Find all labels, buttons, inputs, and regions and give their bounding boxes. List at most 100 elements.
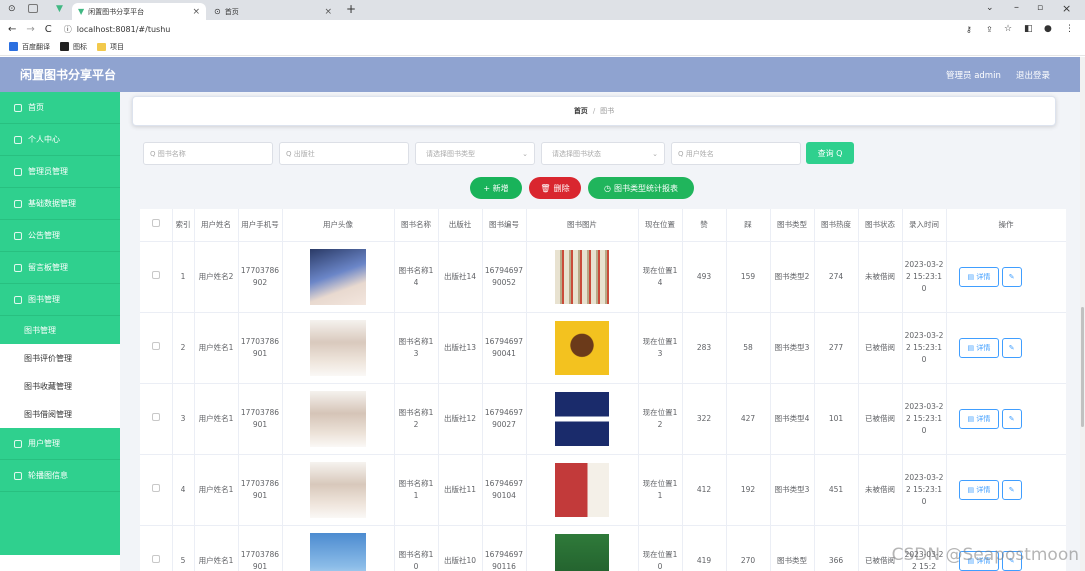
avatar-image bbox=[310, 319, 366, 376]
sidebar-subitem-books[interactable]: 图书管理 bbox=[0, 316, 120, 344]
query-button[interactable]: 查询 Q bbox=[806, 142, 854, 164]
row-checkbox[interactable] bbox=[140, 312, 173, 384]
book-cover-image bbox=[555, 249, 609, 304]
detail-button[interactable]: ▤ 详情 bbox=[958, 479, 1000, 500]
sidebar-item-notices[interactable]: 公告管理 bbox=[0, 220, 120, 252]
column-header: 图书类型 bbox=[770, 209, 815, 242]
bookmark-item[interactable]: 图标 bbox=[73, 42, 87, 52]
more-icon[interactable]: ⋮ bbox=[1065, 24, 1074, 34]
edit-icon: ✎ bbox=[1008, 272, 1015, 281]
back-icon[interactable]: ← bbox=[8, 24, 16, 35]
close-tab-icon[interactable]: × bbox=[324, 7, 332, 17]
logout-link[interactable]: 退出登录 bbox=[1016, 69, 1050, 81]
close-tab-icon[interactable]: × bbox=[192, 7, 200, 17]
sidebar-subitem-book-borrowing[interactable]: 图书借阅管理 bbox=[0, 400, 120, 428]
sidebar-item-label: 个人中心 bbox=[28, 135, 60, 144]
report-button[interactable]: ◷ 图书类型统计报表 bbox=[588, 177, 694, 199]
key-icon[interactable]: ⚷ bbox=[966, 25, 972, 34]
cell-index: 1 bbox=[172, 241, 195, 313]
forward-icon[interactable]: → bbox=[26, 24, 34, 35]
tab-search-icon[interactable]: ⌄ bbox=[986, 3, 994, 13]
sidebar-item-carousel[interactable]: 轮播图信息 bbox=[0, 460, 120, 492]
edit-button[interactable]: ✎ bbox=[1001, 479, 1022, 500]
edit-icon: ✎ bbox=[1008, 414, 1015, 423]
cell-book-code: 1679469790052 bbox=[482, 241, 527, 313]
bookmark-item[interactable]: 百度翻译 bbox=[22, 42, 50, 52]
sidepanel-icon[interactable]: ◧ bbox=[1024, 24, 1033, 34]
sidebar-item-admins[interactable]: 管理员管理 bbox=[0, 156, 120, 188]
row-checkbox[interactable] bbox=[140, 241, 173, 313]
sidebar-item-books[interactable]: 图书管理 bbox=[0, 284, 120, 316]
sidebar-item-messages[interactable]: 留言板管理 bbox=[0, 252, 120, 284]
row-checkbox[interactable] bbox=[140, 454, 173, 526]
edit-button[interactable]: ✎ bbox=[1001, 266, 1022, 287]
sidebar-subitem-book-reviews[interactable]: 图书评价管理 bbox=[0, 344, 120, 372]
cell-likes: 493 bbox=[682, 241, 727, 313]
detail-button[interactable]: ▤ 详情 bbox=[958, 337, 1000, 358]
sidebar-item-label: 公告管理 bbox=[28, 231, 60, 240]
column-header: 图书热度 bbox=[814, 209, 859, 242]
cell-status: 未被借阅 bbox=[858, 454, 903, 526]
table-row[interactable]: 3 用户姓名1 17703786901 图书名称12 出版社12 167946979002… bbox=[140, 383, 1066, 455]
browser-tab-active[interactable]: ▼ 闲置图书分享平台 × bbox=[72, 3, 206, 20]
browser-window-icon[interactable] bbox=[28, 4, 38, 13]
breadcrumb-current: 图书 bbox=[600, 107, 615, 115]
detail-button-label: 详情 bbox=[976, 343, 991, 352]
publisher-search-input[interactable]: Q 出版社 bbox=[279, 142, 409, 165]
sidebar-item-users[interactable]: 用户管理 bbox=[0, 428, 120, 460]
select-placeholder: 请选择图书状态 bbox=[552, 149, 601, 158]
edit-button[interactable]: ✎ bbox=[1001, 337, 1022, 358]
table-row[interactable]: 1 用户姓名2 17703786902 图书名称14 出版社14 167946979005… bbox=[140, 241, 1066, 313]
page-scrollbar[interactable] bbox=[1080, 57, 1085, 571]
cell-book-name: 图书名称10 bbox=[394, 525, 439, 571]
current-user: 管理员 admin bbox=[946, 70, 1001, 81]
column-header: 图书编号 bbox=[482, 209, 527, 242]
share-icon[interactable]: ⇪ bbox=[986, 25, 993, 34]
sidebar-item-home[interactable]: 首页 bbox=[0, 92, 120, 124]
scrollbar-thumb[interactable] bbox=[1081, 307, 1084, 427]
breadcrumb-home[interactable]: 首页 bbox=[574, 106, 588, 116]
book-status-select[interactable]: 请选择图书状态 ⌄ bbox=[541, 142, 665, 165]
detail-button[interactable]: ▤ 详情 bbox=[958, 266, 1000, 287]
data-icon bbox=[14, 199, 22, 208]
sidebar-subitem-book-favorites[interactable]: 图书收藏管理 bbox=[0, 372, 120, 400]
sidebar-item-label: 用户管理 bbox=[28, 439, 60, 448]
close-window-icon[interactable]: × bbox=[1062, 2, 1071, 15]
cell-book-image bbox=[526, 525, 639, 571]
query-button-label: 查询 Q bbox=[817, 148, 843, 158]
book-name-search-input[interactable]: Q 图书名称 bbox=[143, 142, 273, 165]
user-name-search-input[interactable]: Q 用户姓名 bbox=[671, 142, 801, 165]
minimize-icon[interactable]: – bbox=[1014, 2, 1019, 13]
url-field[interactable]: localhost:8081/#/tushu bbox=[77, 25, 171, 34]
cell-phone: 17703786901 bbox=[238, 383, 283, 455]
edit-button[interactable]: ✎ bbox=[1001, 408, 1022, 429]
cell-dislikes: 159 bbox=[726, 241, 771, 313]
edit-icon: ✎ bbox=[1008, 485, 1015, 494]
maximize-icon[interactable]: ▫ bbox=[1037, 3, 1043, 13]
browser-menu-icon[interactable]: ⊙ bbox=[8, 4, 16, 14]
bookmark-item[interactable]: 项目 bbox=[110, 42, 124, 52]
browser-tab[interactable]: ⊙ 首页 × bbox=[208, 3, 338, 20]
select-all-checkbox[interactable] bbox=[140, 209, 173, 242]
reload-icon[interactable]: C bbox=[45, 24, 52, 35]
add-button-label: + 新增 bbox=[483, 183, 509, 193]
sidebar-item-basic-data[interactable]: 基础数据管理 bbox=[0, 188, 120, 220]
star-icon[interactable]: ☆ bbox=[1004, 24, 1012, 34]
book-type-select[interactable]: 请选择图书类型 ⌄ bbox=[415, 142, 535, 165]
row-checkbox[interactable] bbox=[140, 525, 173, 571]
column-header: 操作 bbox=[946, 209, 1066, 242]
delete-button[interactable]: 🗑 删除 bbox=[529, 177, 581, 199]
profile-icon[interactable]: ● bbox=[1044, 24, 1052, 34]
table-row[interactable]: 2 用户姓名1 17703786901 图书名称13 出版社13 167946979004… bbox=[140, 312, 1066, 384]
cell-actions: ▤ 详情 ✎ bbox=[946, 383, 1066, 455]
row-checkbox[interactable] bbox=[140, 383, 173, 455]
cell-book-name: 图书名称13 bbox=[394, 312, 439, 384]
cell-avatar bbox=[282, 312, 395, 384]
add-button[interactable]: + 新增 bbox=[470, 177, 522, 199]
detail-button[interactable]: ▤ 详情 bbox=[958, 408, 1000, 429]
new-tab-icon[interactable]: + bbox=[346, 2, 356, 16]
table-row[interactable]: 4 用户姓名1 17703786901 图书名称11 出版社11 167946979010… bbox=[140, 454, 1066, 526]
sidebar-item-profile[interactable]: 个人中心 bbox=[0, 124, 120, 156]
cell-heat: 274 bbox=[814, 241, 859, 313]
cell-publisher: 出版社12 bbox=[438, 383, 483, 455]
